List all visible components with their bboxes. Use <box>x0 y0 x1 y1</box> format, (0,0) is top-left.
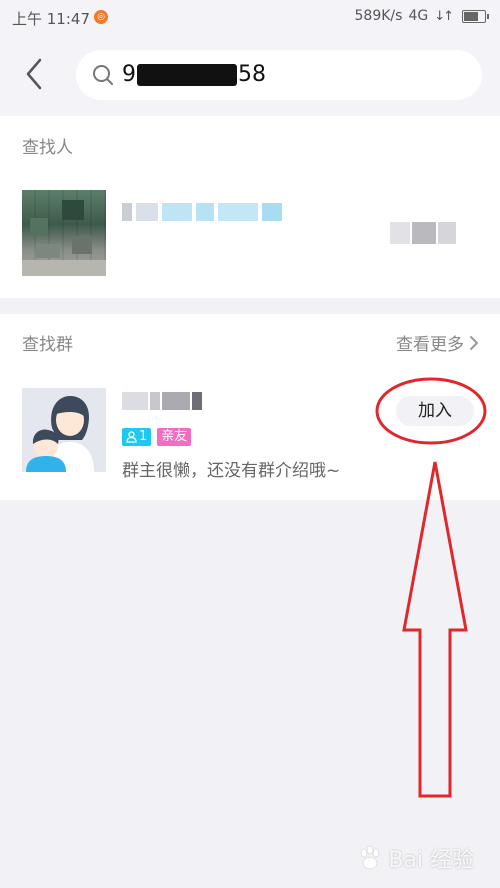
person-avatar[interactable] <box>22 190 106 276</box>
battery-fill <box>464 11 478 21</box>
status-time: 上午 11:47 <box>12 10 90 28</box>
person-name-blurred <box>122 200 282 224</box>
paw-icon <box>361 845 380 870</box>
group-avatar[interactable] <box>22 388 106 472</box>
group-description: 群主很懒，还没有群介绍哦~ <box>122 461 341 481</box>
search-query-suffix: 58 <box>238 62 266 87</box>
search-query: 9 58 <box>122 62 266 87</box>
battery-icon <box>462 9 489 23</box>
network-speed: 589K/s <box>354 8 403 24</box>
back-button[interactable] <box>18 54 52 94</box>
watermark: Bai 经验 <box>356 842 474 874</box>
view-more-label: 查看更多 <box>396 335 464 355</box>
redacted-region <box>137 64 237 86</box>
group-tag-badge: 亲友 <box>157 428 192 446</box>
person-action-blurred[interactable] <box>390 222 460 248</box>
annotation-arrow <box>402 461 468 798</box>
status-right-group: 589K/s 4G ↓↑ <box>354 8 489 24</box>
signal-label: 4G <box>408 8 429 24</box>
join-button[interactable]: 加入 <box>396 396 474 426</box>
notification-app-icon: ◎ <box>94 10 108 24</box>
member-count-badge: 1 <box>122 428 152 446</box>
watermark-text: Bai 经验 <box>388 848 474 873</box>
member-count: 1 <box>139 429 148 444</box>
people-section-title: 查找人 <box>22 138 73 158</box>
group-name-blurred <box>122 390 202 412</box>
group-section-title: 查找群 <box>22 335 73 355</box>
group-avatar-icon <box>22 388 106 472</box>
data-activity-icon: ↓↑ <box>434 8 454 24</box>
search-icon <box>93 65 113 85</box>
group-badges: 1 亲友 <box>122 428 192 446</box>
person-icon <box>126 431 137 443</box>
status-bar: 上午 11:47 ◎ 589K/s 4G ↓↑ <box>0 0 500 34</box>
view-more-link[interactable]: 查看更多 <box>396 330 480 355</box>
search-header: 9 58 <box>0 34 500 116</box>
chevron-left-icon <box>26 58 42 90</box>
chevron-right-icon <box>470 335 478 350</box>
search-query-prefix: 9 <box>122 62 136 87</box>
search-input[interactable]: 9 58 <box>76 50 482 100</box>
